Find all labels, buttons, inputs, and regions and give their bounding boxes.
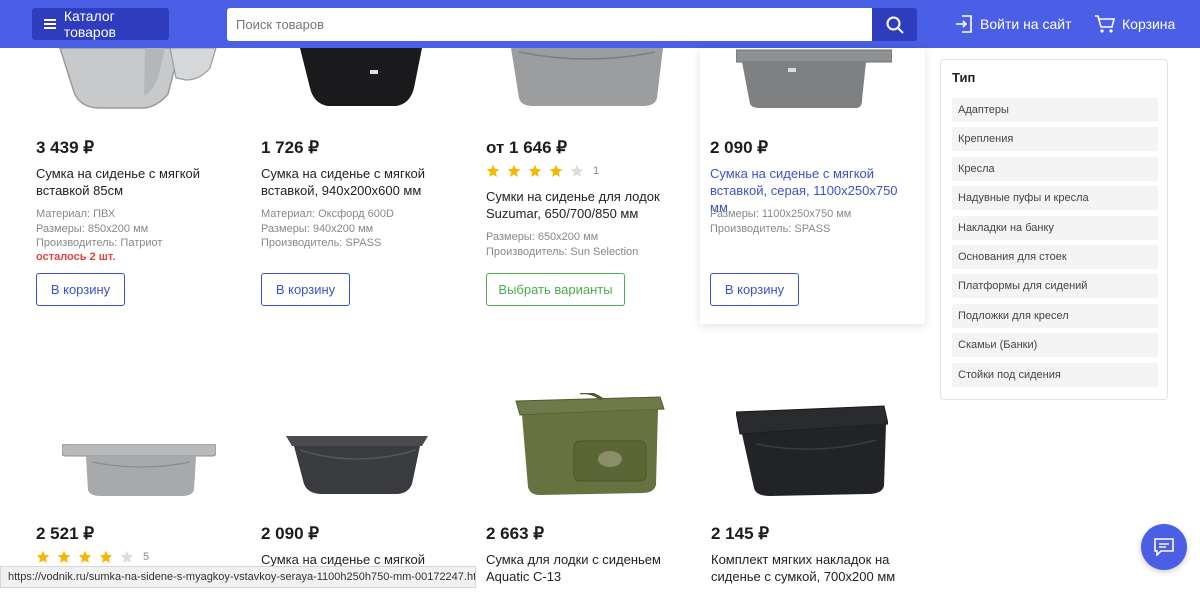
star-icon <box>57 550 71 563</box>
stock-warning: осталось 2 шт. <box>36 251 116 263</box>
add-to-cart-button[interactable]: В корзину <box>36 273 125 306</box>
product-image[interactable] <box>286 434 428 496</box>
product-prop: Размеры: 1100x250x750 мм <box>710 208 852 220</box>
product-props: Материал: Оксфорд 600D Размеры: 940x200 … <box>261 207 394 251</box>
product-image[interactable] <box>736 404 888 496</box>
product-image[interactable] <box>40 48 220 110</box>
filter-item[interactable]: Подложки для кресел <box>952 304 1158 328</box>
filter-item[interactable]: Кресла <box>952 157 1158 181</box>
filter-item[interactable]: Надувные пуфы и кресла <box>952 186 1158 210</box>
filter-title: Тип <box>952 70 976 85</box>
cart-icon <box>1095 15 1116 33</box>
catalog-button[interactable]: Каталог товаров <box>32 8 169 40</box>
filter-item[interactable]: Стойки под сидения <box>952 363 1158 387</box>
product-title[interactable]: Комплект мягких накладок на сиденье с су… <box>711 551 911 585</box>
status-url: https://vodnik.ru/sumka-na-sidene-s-myag… <box>8 571 476 583</box>
product-price: 2 090 ₽ <box>261 524 320 543</box>
filter-item[interactable]: Платформы для сидений <box>952 274 1158 298</box>
product-title[interactable]: Сумка для лодки с сиденьем Aquatic С-13 <box>486 551 676 585</box>
rating-count: 1 <box>593 165 600 177</box>
search-button[interactable] <box>872 8 917 41</box>
product-price: от 1 646 ₽ <box>486 138 568 157</box>
filter-item[interactable]: Адаптеры <box>952 98 1158 122</box>
star-icon <box>528 164 542 177</box>
chat-button[interactable] <box>1141 524 1187 570</box>
product-image[interactable] <box>300 48 422 110</box>
product-prop: Материал: Оксфорд 600D <box>261 208 394 220</box>
star-icon <box>507 164 521 177</box>
add-to-cart-button[interactable]: В корзину <box>261 273 350 306</box>
cart-link[interactable]: Корзина <box>1094 12 1175 36</box>
add-to-cart-button[interactable]: В корзину <box>710 273 799 306</box>
product-price: 1 726 ₽ <box>261 138 320 157</box>
product-prop: Размеры: 940x200 мм <box>261 222 374 235</box>
login-icon <box>956 15 972 33</box>
star-icon <box>486 164 500 177</box>
search-input[interactable] <box>227 8 872 41</box>
login-link[interactable]: Войти на сайт <box>954 12 1072 36</box>
star-icon <box>120 550 134 563</box>
product-image[interactable] <box>510 393 665 496</box>
product-price: 3 439 ₽ <box>36 138 95 157</box>
choose-variants-button[interactable]: Выбрать варианты <box>486 273 625 306</box>
product-image[interactable] <box>511 48 663 110</box>
product-price: 2 521 ₽ <box>36 524 95 543</box>
filter-item[interactable]: Крепления <box>952 127 1158 151</box>
product-image <box>736 49 892 108</box>
product-card-hovered[interactable]: 2 090 ₽ Сумка на сиденье с мягкой вставк… <box>700 48 925 324</box>
rating-count: 5 <box>143 551 150 563</box>
type-filter: Тип Адаптеры Крепления Кресла Надувные п… <box>940 59 1168 400</box>
product-props: Размеры: 1100x250x750 мм Производитель: … <box>710 207 851 236</box>
product-props: Материал: ПВХ Размеры: 850x200 мм Произв… <box>36 207 162 251</box>
catalog-button-label: Каталог товаров <box>63 8 116 40</box>
product-prop: Размеры: 850x200 мм <box>36 222 149 235</box>
search-icon <box>886 16 904 34</box>
filter-item[interactable]: Накладки на банку <box>952 216 1158 240</box>
chat-icon <box>1154 538 1174 556</box>
product-title[interactable]: Сумки на сиденье для лодок Suzumar, 650/… <box>486 188 676 222</box>
product-price: 2 090 ₽ <box>710 138 769 157</box>
star-icon <box>570 164 584 177</box>
product-title[interactable]: Сумка на сиденье с мягкой вставкой 85см <box>36 165 226 199</box>
product-prop: Размеры: 650x200 мм <box>486 231 599 243</box>
product-image[interactable] <box>62 444 216 496</box>
product-prop: Производитель: SPASS <box>710 222 831 235</box>
product-price: 2 663 ₽ <box>486 524 545 543</box>
product-prop: Материал: ПВХ <box>36 208 116 220</box>
top-header: Каталог товаров Войти на сайт Корзина <box>0 0 1200 48</box>
hamburger-icon <box>44 19 56 29</box>
filter-item[interactable]: Основания для стоек <box>952 245 1158 269</box>
filter-item[interactable]: Скамьи (Банки) <box>952 333 1158 357</box>
product-price: 2 145 ₽ <box>711 524 770 543</box>
product-prop: Производитель: SPASS <box>261 237 382 249</box>
star-icon <box>99 550 113 563</box>
browser-status-bar: https://vodnik.ru/sumka-na-sidene-s-myag… <box>0 566 476 588</box>
star-icon <box>549 164 563 177</box>
product-prop: Производитель: Sun Selection <box>486 245 639 258</box>
product-title[interactable]: Сумка на сиденье с мягкой вставкой, 940x… <box>261 165 451 199</box>
product-rating: 1 <box>486 164 599 178</box>
product-prop: Производитель: Патриот <box>36 237 163 249</box>
star-icon <box>36 550 50 563</box>
star-icon <box>78 550 92 563</box>
login-label: Войти на сайт <box>980 16 1072 32</box>
product-rating: 5 <box>36 550 149 564</box>
cart-label: Корзина <box>1122 16 1176 32</box>
product-props: Размеры: 650x200 мм Производитель: Sun S… <box>486 230 638 259</box>
